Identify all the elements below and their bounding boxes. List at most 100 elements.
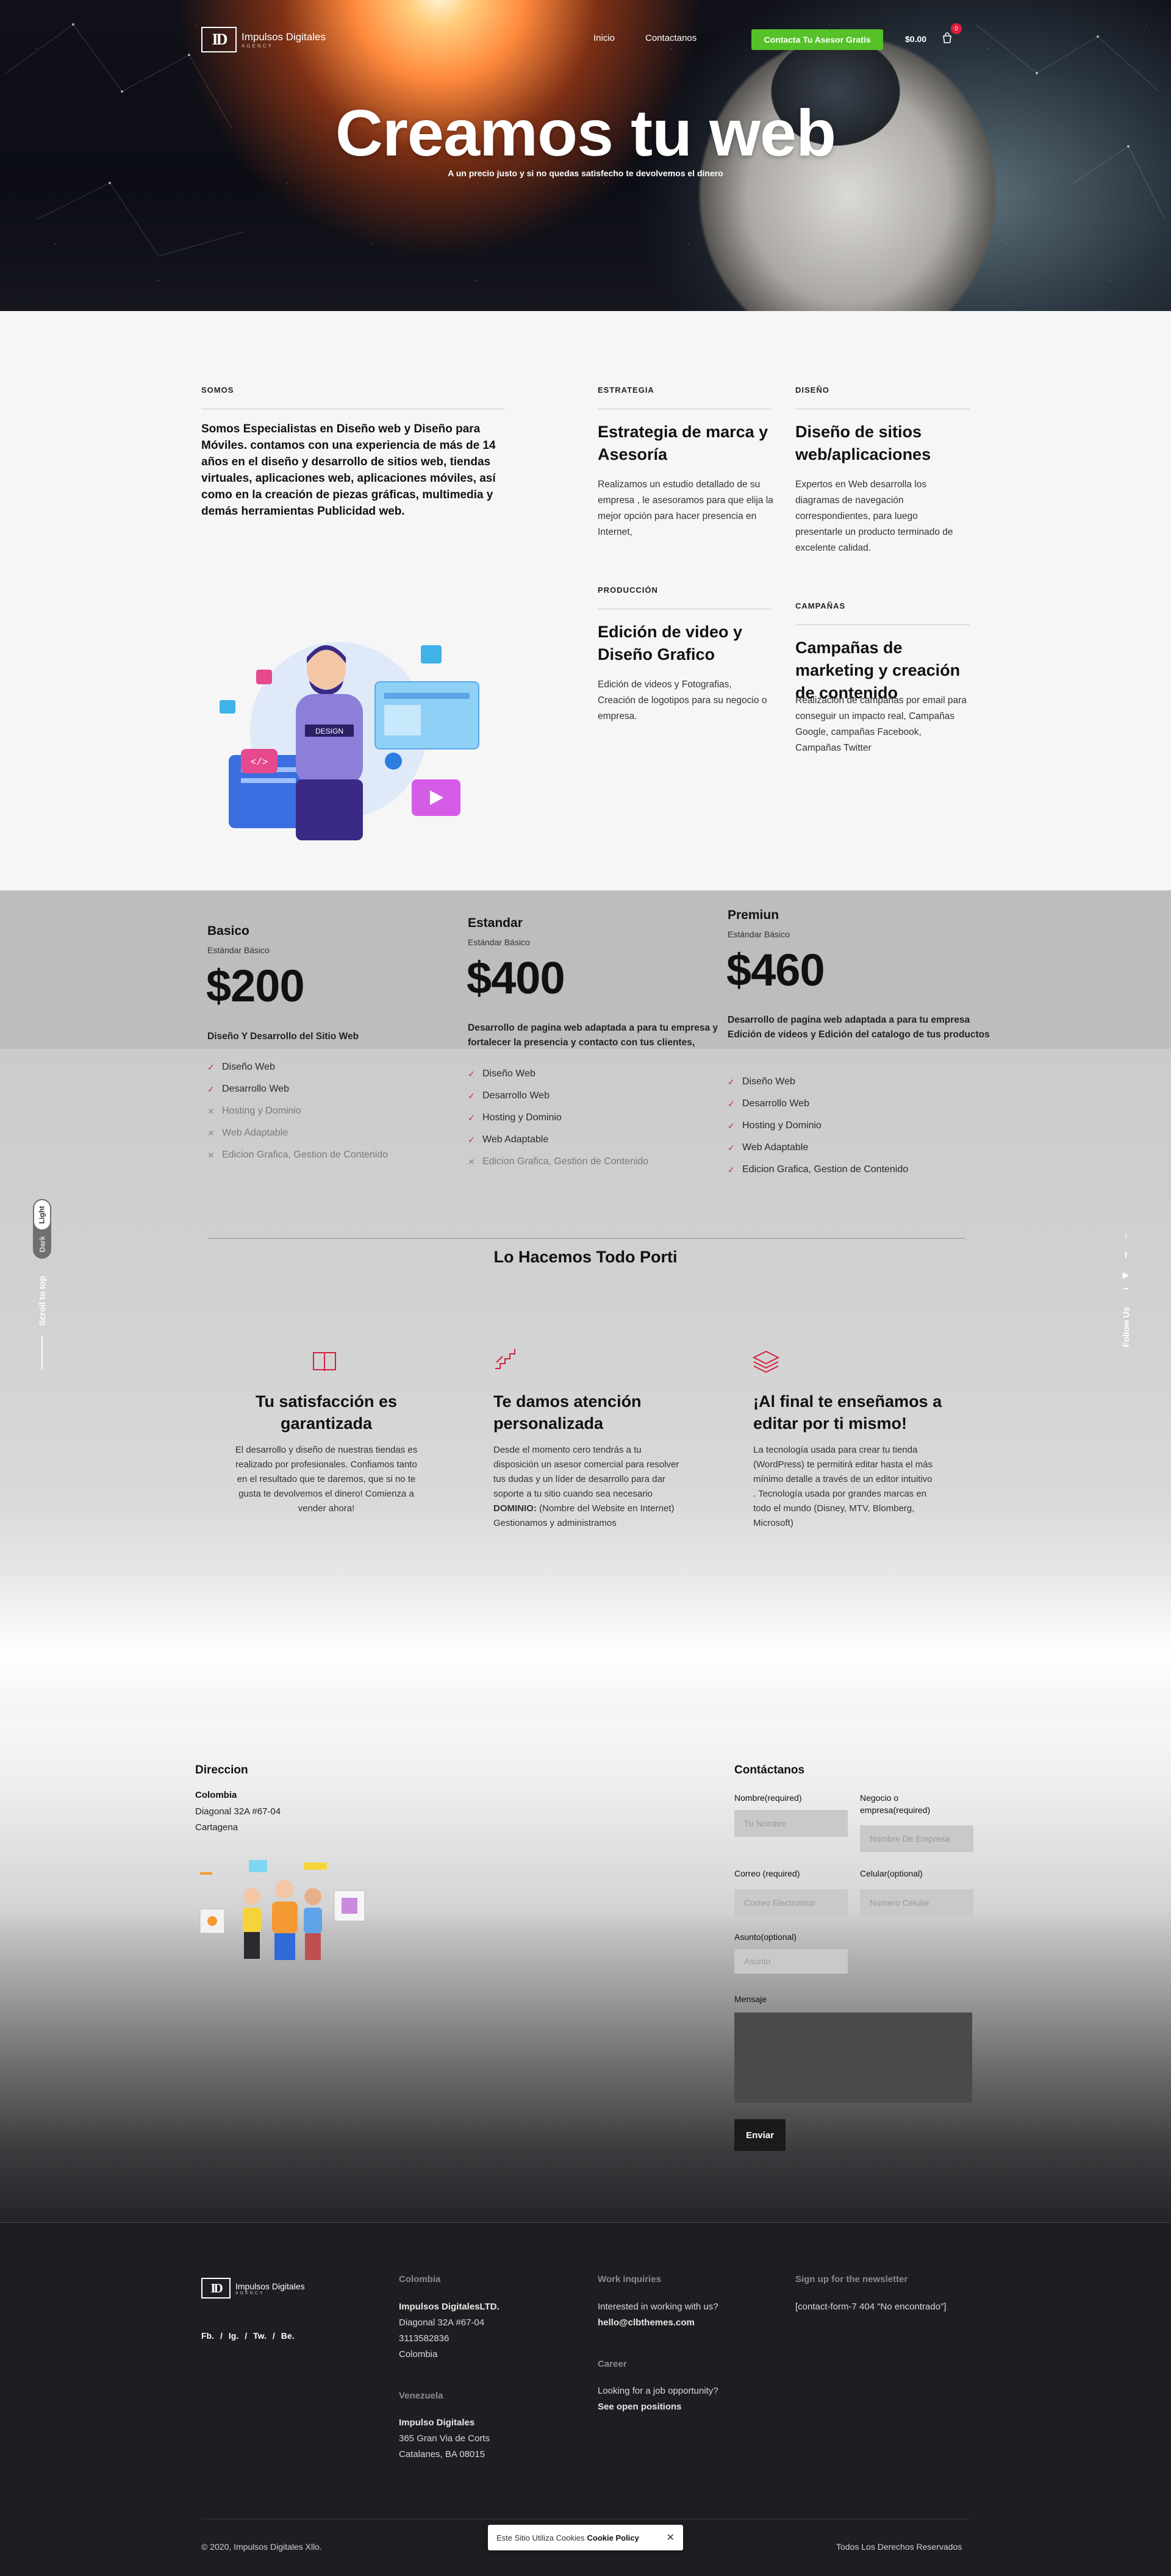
check-icon: ✓: [728, 1098, 735, 1109]
designer-illustration: DESIGN </>: [220, 642, 479, 840]
team-illustration: [199, 1860, 365, 1960]
behance-link[interactable]: Be.: [281, 2331, 295, 2341]
footer-company-name: Impulso Digitales: [399, 2417, 475, 2428]
footer-logo[interactable]: ID Impulsos Digitales AGENCY: [201, 2278, 305, 2299]
cart-amount[interactable]: $0.00: [905, 34, 926, 44]
name-input[interactable]: Tu Nombre: [734, 1810, 848, 1837]
plan-desc-basico: Diseño Y Desarrollo del Sitio Web: [207, 1031, 359, 1042]
intro-text: Somos Especialistas en Diseño web y Dise…: [201, 423, 496, 518]
footer-address-line: Catalanes, BA 08015: [399, 2449, 485, 2460]
plan-name-basico: Basico: [207, 924, 249, 938]
phone-input[interactable]: Numero Celular: [860, 1889, 973, 1916]
feature-title: Te damos atención personalizada: [493, 1392, 642, 1433]
theme-toggle[interactable]: Light Dark: [33, 1199, 51, 1259]
stairs-icon: [495, 1349, 515, 1369]
close-icon[interactable]: ✕: [667, 2531, 675, 2544]
twitter-link[interactable]: Tw.: [253, 2331, 267, 2341]
service-text-produccion: Edición de videos y Fotografias, Creació…: [598, 679, 767, 721]
check-icon: ✓: [728, 1164, 735, 1175]
footer-country: Colombia: [399, 2349, 438, 2360]
address-city: Cartagena: [195, 1822, 238, 1833]
plan-feature: ✕ Edicion Grafica, Gestion de Contenido: [207, 1150, 389, 1160]
site-logo[interactable]: ID Impulsos Digitales AGENCY: [201, 27, 326, 52]
check-icon: ✓: [468, 1134, 475, 1145]
cross-icon: ✕: [468, 1156, 475, 1167]
footer-phone: 3113582836: [399, 2333, 449, 2344]
service-title-estrategia: Estrategia de marca y Asesoría: [598, 423, 768, 463]
scroll-to-top-button[interactable]: Scroll to top: [27, 1272, 57, 1369]
send-button[interactable]: Enviar: [734, 2119, 786, 2151]
dark-mode-option[interactable]: Dark: [34, 1231, 50, 1258]
contact-advisor-button[interactable]: Contacta Tu Asesor Gratis: [751, 29, 883, 50]
plan-feature: ✓ Hosting y Dominio: [728, 1120, 822, 1131]
plan-feature: ✓ Diseño Web: [207, 1062, 275, 1072]
svg-text:</>: </>: [251, 757, 268, 768]
footer-address-line: 365 Gran Via de Corts: [399, 2433, 490, 2444]
section-label-diseno: DISEÑO: [795, 385, 829, 395]
check-icon: ✓: [207, 1062, 215, 1072]
brand-tagline: AGENCY: [235, 2291, 265, 2295]
email-input[interactable]: Correo Electronico: [734, 1889, 848, 1916]
facebook-link[interactable]: Fb.: [201, 2331, 214, 2341]
company-input[interactable]: Nombre De Empresa: [860, 1825, 973, 1852]
phone-label: Celular(optional): [860, 1869, 923, 1878]
company-label: Negocio o empresa(required): [860, 1793, 931, 1815]
brand-name: Impulsos Digitales: [242, 30, 326, 43]
cookie-banner: Este Sitio Utiliza Cookies Cookie Policy…: [488, 2525, 683, 2550]
facebook-icon[interactable]: f: [1125, 1245, 1128, 1265]
rights-text: Todos Los Derechos Reservados: [836, 2542, 962, 2552]
plan-feature: ✕ Edicion Grafica, Gestion de Contenido: [468, 1156, 649, 1167]
service-text-campanas: Realización de campañas por email para c…: [795, 695, 967, 753]
footer-email-link[interactable]: hello@clbthemes.com: [598, 2317, 695, 2328]
nav-inicio[interactable]: Inicio: [593, 33, 615, 43]
address-title: Direccion: [195, 1764, 248, 1776]
footer-head-newsletter: Sign up for the newsletter: [795, 2274, 908, 2284]
plan-feature: ✓ Diseño Web: [728, 1076, 795, 1087]
footer-positions-link[interactable]: See open positions: [598, 2402, 682, 2412]
book-icon: [313, 1352, 336, 1372]
subject-input[interactable]: Asunto: [734, 1949, 848, 1973]
plan-name-premiun: Premiun: [728, 908, 779, 922]
youtube-icon[interactable]: ▶: [1123, 1265, 1130, 1284]
follow-us-bar: ♪ f ▶ Follow Us: [1114, 1226, 1138, 1366]
cross-icon: ✕: [207, 1128, 215, 1138]
copyright-text: © 2020, Impulsos Digitales Xllo.: [201, 2542, 322, 2552]
service-text-diseno: Expertos en Web desarrolla los diagramas…: [795, 479, 953, 553]
cross-icon: ✕: [207, 1106, 215, 1116]
plan-feature: ✓ Diseño Web: [468, 1068, 535, 1079]
plan-price-estandar: $400: [467, 953, 565, 1003]
footer-head-colombia: Colombia: [399, 2274, 441, 2284]
footer-social-links: Fb. / Ig. / Tw. / Be.: [201, 2331, 295, 2341]
plan-feature: ✕ Hosting y Dominio: [207, 1106, 301, 1116]
light-mode-option[interactable]: Light: [34, 1200, 50, 1229]
tiktok-icon[interactable]: ♪: [1124, 1226, 1128, 1245]
logo-mark: ID: [201, 27, 237, 52]
section-title-todo: Lo Hacemos Todo Porti: [493, 1248, 678, 1266]
feature-title: ¡Al final te enseñamos a editar por ti m…: [753, 1392, 942, 1433]
nav-contactanos[interactable]: Contactanos: [645, 33, 697, 43]
plan-desc-estandar: Desarrollo de pagina web adaptada a para…: [468, 1023, 718, 1048]
plan-price-premiun: $460: [726, 945, 825, 995]
subject-label: Asunto(optional): [734, 1932, 797, 1942]
message-textarea[interactable]: [734, 2012, 972, 2103]
check-icon: ✓: [468, 1090, 475, 1101]
check-icon: ✓: [728, 1120, 735, 1131]
cart-icon[interactable]: [941, 32, 953, 45]
contact-form-title: Contáctanos: [734, 1764, 805, 1776]
service-text-estrategia: Realizamos un estudio detallado de su em…: [598, 479, 773, 537]
footer-head-venezuela: Venezuela: [399, 2391, 443, 2401]
footer-newsletter-form: [contact-form-7 404 "No encontrado"]: [795, 2302, 947, 2312]
instagram-link[interactable]: Ig.: [229, 2331, 238, 2341]
svg-text:DESIGN: DESIGN: [315, 727, 343, 735]
plan-feature: ✓ Desarrollo Web: [468, 1090, 550, 1101]
follow-us-label: Follow Us: [1121, 1306, 1131, 1348]
footer-work-line: Interested in working with us?: [598, 2302, 718, 2312]
feature-text: El desarrollo y diseño de nuestras tiend…: [235, 1445, 418, 1514]
plan-price-basico: $200: [206, 961, 305, 1011]
check-icon: ✓: [728, 1076, 735, 1087]
brand-name: Impulsos Digitales: [235, 2281, 305, 2291]
cookie-policy-link[interactable]: Cookie Policy: [587, 2533, 639, 2542]
plan-desc-premiun: Desarrollo de pagina web adaptada a para…: [728, 1015, 990, 1040]
hero-title: Creamos tu web: [335, 96, 836, 170]
cross-icon: ✕: [207, 1150, 215, 1160]
